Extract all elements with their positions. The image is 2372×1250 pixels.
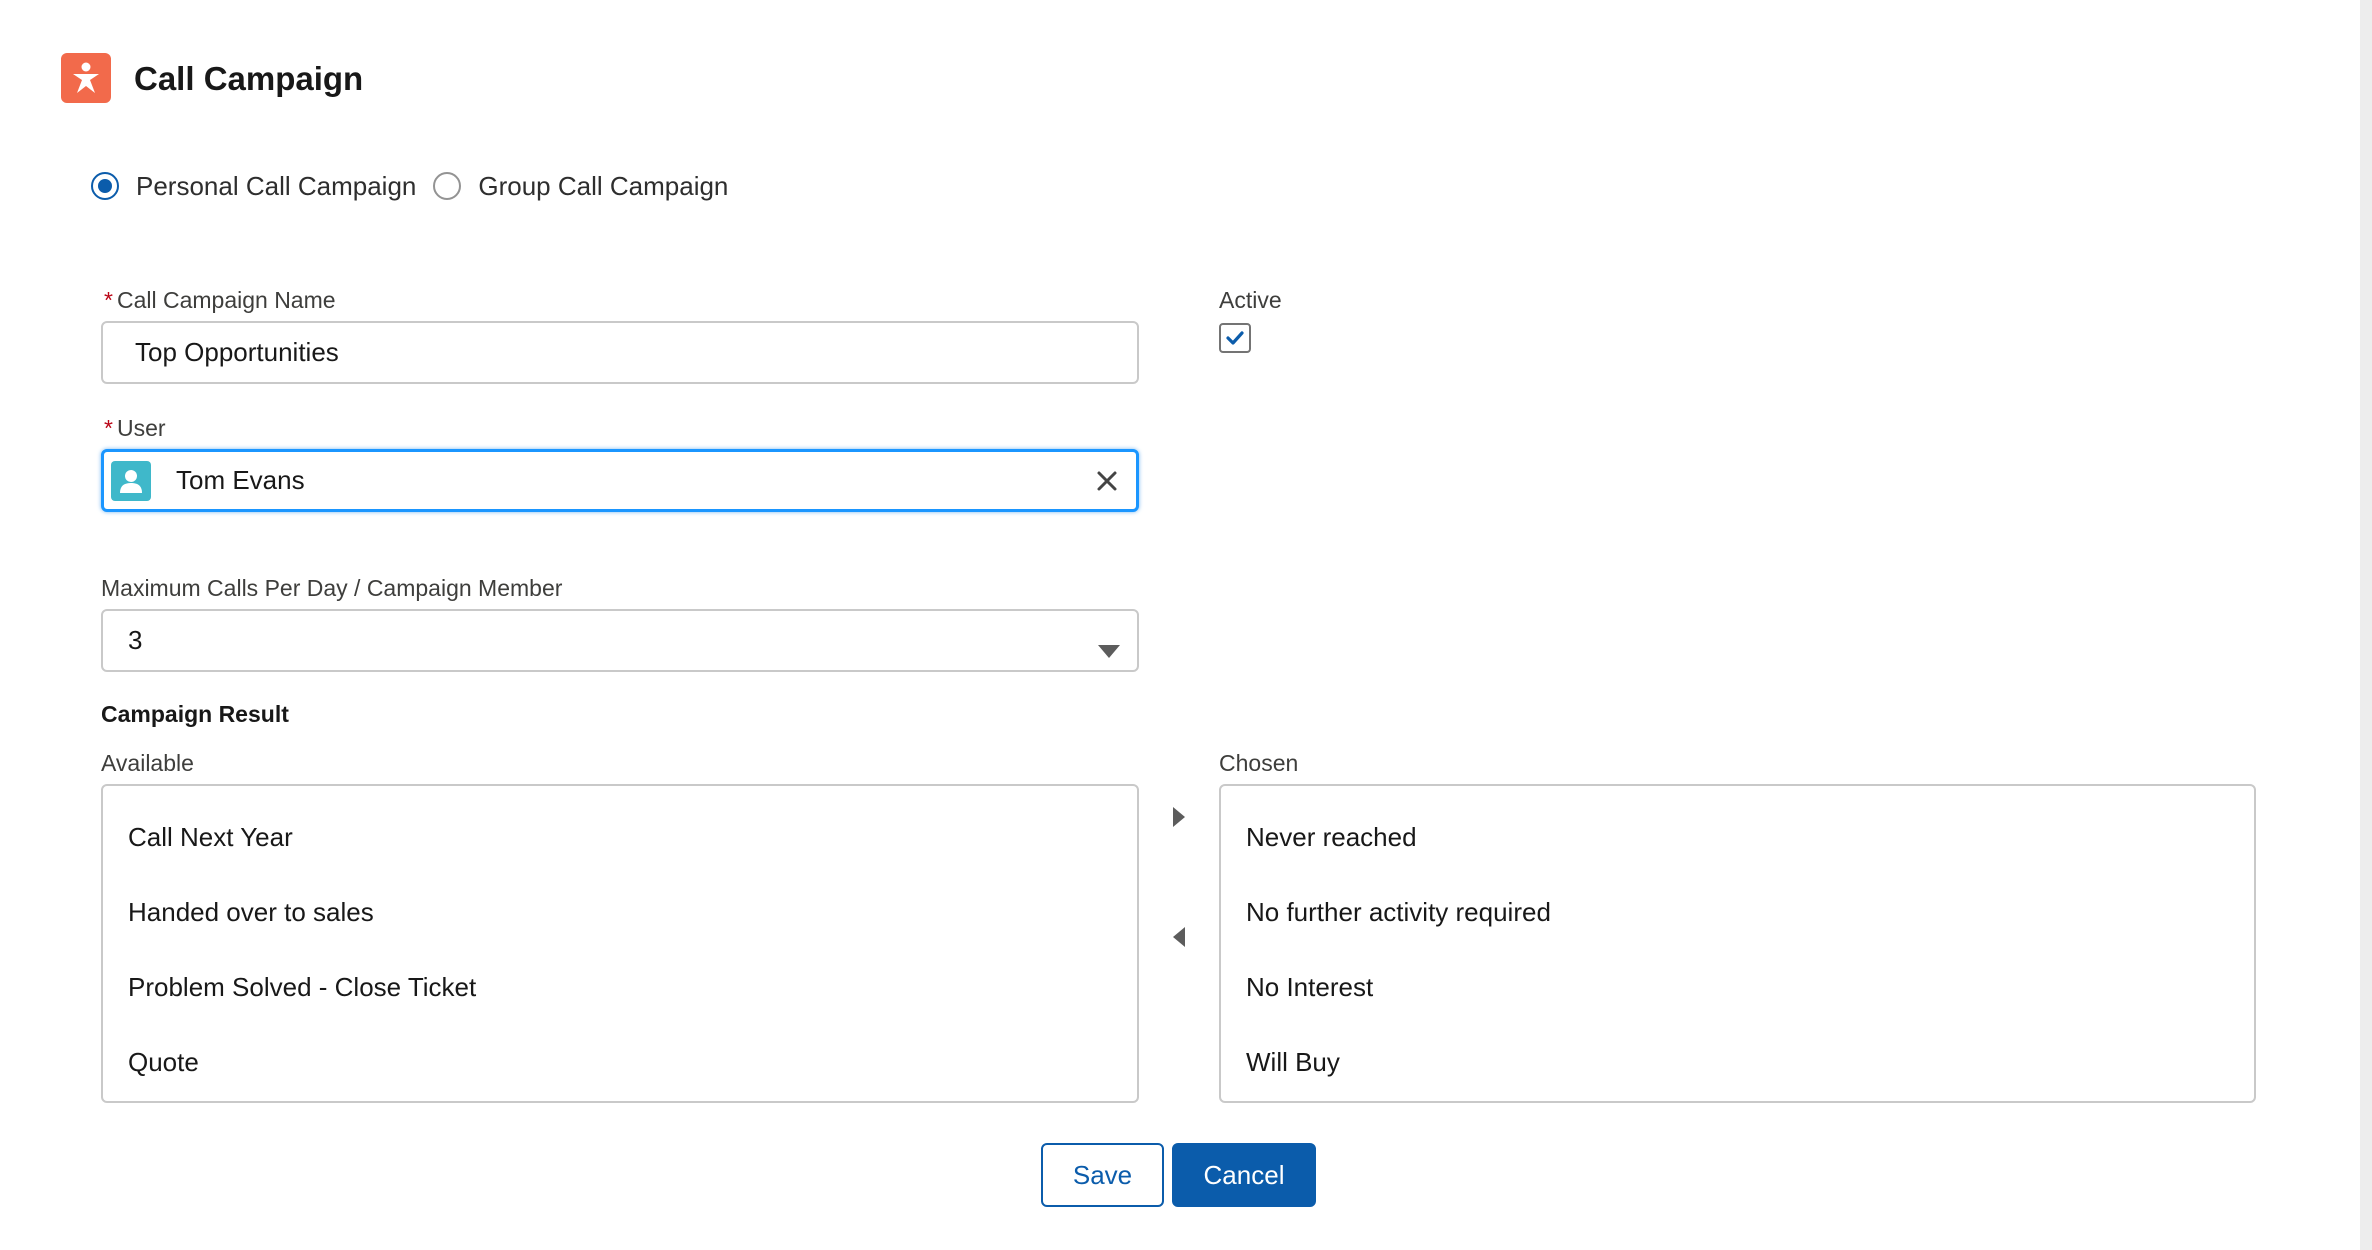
list-item[interactable]: No further activity required xyxy=(1221,875,2254,950)
list-item[interactable]: Never reached xyxy=(1221,800,2254,875)
window-scroll-edge xyxy=(2360,0,2372,1250)
move-right-button[interactable] xyxy=(1164,802,1194,832)
chosen-label: Chosen xyxy=(1219,750,1299,776)
required-mark: * xyxy=(104,415,113,441)
max-calls-label: Maximum Calls Per Day / Campaign Member xyxy=(101,575,563,601)
campaign-result-title: Campaign Result xyxy=(101,701,289,727)
radio-label: Personal Call Campaign xyxy=(136,170,417,201)
active-checkbox[interactable] xyxy=(1219,323,1251,353)
active-label: Active xyxy=(1219,287,1282,313)
max-calls-select[interactable]: 3 xyxy=(101,609,1139,672)
campaign-name-input[interactable]: Top Opportunities xyxy=(101,321,1139,384)
available-listbox[interactable]: Call Next Year Handed over to sales Prob… xyxy=(101,784,1139,1103)
radio-checked-icon[interactable] xyxy=(91,172,119,200)
page-title: Call Campaign xyxy=(134,60,364,97)
required-mark: * xyxy=(104,287,113,313)
caret-right-icon xyxy=(1173,807,1185,827)
campaign-name-value: Top Opportunities xyxy=(135,337,339,367)
radio-personal-call-campaign[interactable]: Personal Call Campaign xyxy=(91,171,416,202)
radio-label: Group Call Campaign xyxy=(478,170,729,201)
user-avatar-icon xyxy=(111,460,151,501)
user-value: Tom Evans xyxy=(176,465,305,495)
radio-group-call-campaign[interactable]: Group Call Campaign xyxy=(433,171,728,202)
list-item[interactable]: Call Next Year xyxy=(103,800,1137,875)
save-button[interactable]: Save xyxy=(1041,1143,1164,1207)
clear-icon[interactable] xyxy=(1092,466,1122,496)
user-label: * User xyxy=(104,415,166,441)
check-icon xyxy=(1226,331,1244,345)
user-lookup-input[interactable]: Tom Evans xyxy=(101,449,1139,512)
list-item[interactable]: Will Buy xyxy=(1221,1025,2254,1100)
move-left-button[interactable] xyxy=(1164,922,1194,952)
radio-unchecked-icon[interactable] xyxy=(433,172,462,200)
available-label: Available xyxy=(101,750,194,776)
list-item[interactable]: Quote xyxy=(103,1025,1137,1100)
campaign-name-label: * Call Campaign Name xyxy=(104,287,336,313)
campaign-type-radio-group: Personal Call Campaign Group Call Campai… xyxy=(91,166,728,206)
caret-left-icon xyxy=(1173,927,1185,947)
list-item[interactable]: Problem Solved - Close Ticket xyxy=(103,950,1137,1025)
chosen-listbox[interactable]: Never reached No further activity requir… xyxy=(1219,784,2256,1103)
list-item[interactable]: Handed over to sales xyxy=(103,875,1137,950)
chevron-down-icon xyxy=(1097,635,1121,666)
list-item[interactable]: No Interest xyxy=(1221,950,2254,1025)
max-calls-value: 3 xyxy=(128,625,143,655)
person-star-icon xyxy=(61,53,111,103)
cancel-button[interactable]: Cancel xyxy=(1172,1143,1316,1207)
